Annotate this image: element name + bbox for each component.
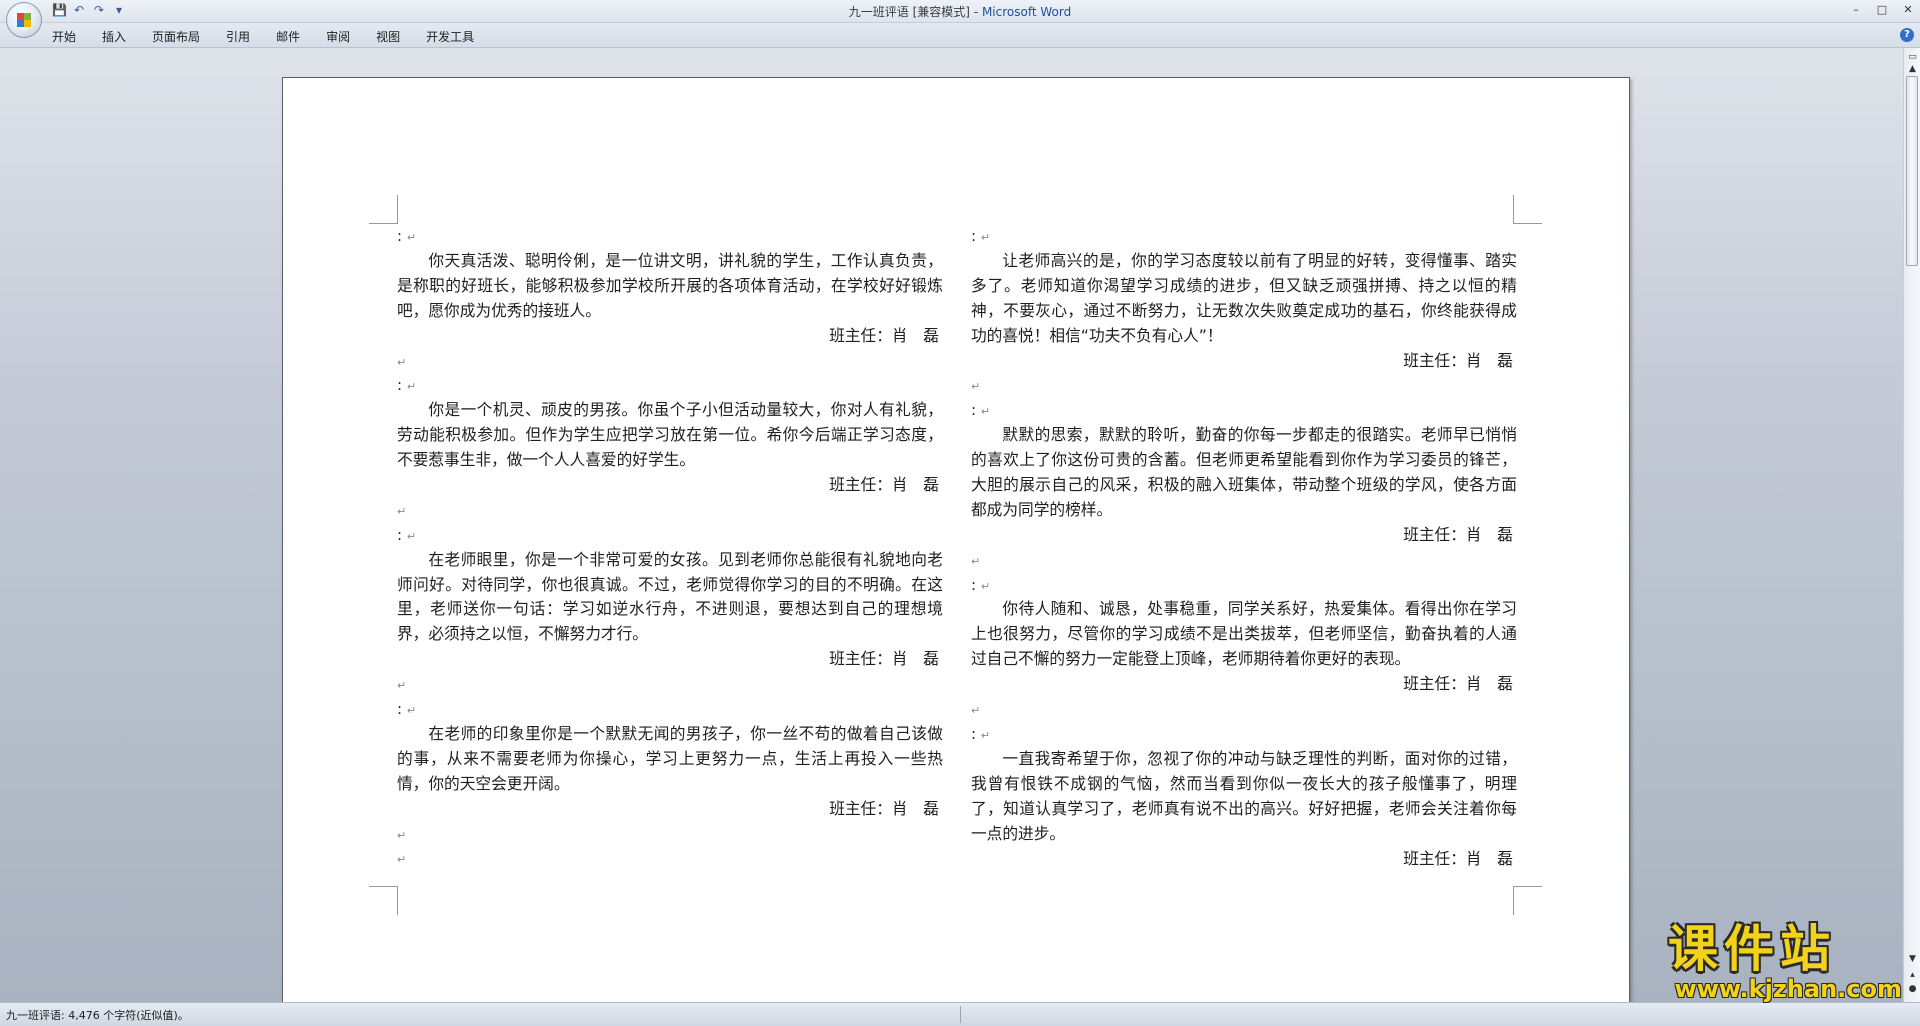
comment-block: : ↵ 默默的思索，默默的聆听，勤奋的你每一步都走的很踏实。老师早已悄悄的喜欢上…	[971, 401, 1517, 568]
office-button[interactable]	[6, 2, 42, 38]
paragraph-mark: ↵	[971, 380, 981, 394]
comment-text[interactable]: 一直我寄希望于你，忽视了你的冲动与缺乏理性的判断，面对你的过错，我曾有恨铁不成钢…	[971, 747, 1517, 847]
paragraph-mark: ↵	[397, 355, 407, 369]
paragraph-mark: ↵	[980, 405, 991, 419]
tab-insert[interactable]: 插入	[102, 28, 126, 45]
title-bar: 💾 ↶ ↷ ▾ 九一班评语 [兼容模式] - Microsoft Word – …	[0, 0, 1920, 38]
paragraph-mark: ↵	[397, 828, 407, 842]
document-workspace: : ↵ 你天真活泼、聪明伶俐，是一位讲文明，讲礼貌的学生，工作认真负责，是称职的…	[0, 48, 1903, 1002]
comment-text[interactable]: 默默的思索，默默的聆听，勤奋的你每一步都走的很踏实。老师早已悄悄的喜欢上了你这份…	[971, 423, 1517, 523]
comment-text[interactable]: 在老师眼里，你是一个非常可爱的女孩。见到老师你总能很有礼貌地向老师问好。对待同学…	[397, 548, 943, 648]
paragraph-mark: ↵	[406, 704, 417, 718]
paragraph-mark: ↵	[971, 554, 981, 568]
signature: 班主任：肖 磊	[829, 325, 939, 345]
close-button[interactable]: ✕	[1900, 2, 1916, 18]
comment-text[interactable]: 让老师高兴的是，你的学习态度较以前有了明显的好转，变得懂事、踏实多了。老师知道你…	[971, 249, 1517, 349]
comment-block: : ↵ 让老师高兴的是，你的学习态度较以前有了明显的好转，变得懂事、踏实多了。老…	[971, 227, 1517, 394]
comment-text[interactable]: 在老师的印象里你是一个默默无闻的男孩子，你一丝不苟的做着自己该做的事，从来不需要…	[397, 722, 943, 797]
title-separator: -	[969, 5, 982, 19]
browse-object-icon[interactable]: ●	[1906, 982, 1919, 996]
paragraph-mark: ↵	[971, 704, 981, 718]
vertical-scrollbar[interactable]: ▭ ▲ ▼ ▴ ●	[1903, 48, 1920, 1002]
tab-view[interactable]: 视图	[376, 28, 400, 45]
comment-block: : ↵ 你是一个机灵、顽皮的男孩。你虽个子小但活动量较大，你对人有礼貌，劳动能积…	[397, 376, 943, 518]
paragraph-mark: ↵	[406, 231, 417, 244]
comment-block: : ↵ 一直我寄希望于你，忽视了你的冲动与缺乏理性的判断，面对你的过错，我曾有恨…	[971, 722, 1517, 871]
comment-block: : ↵ 你待人随和、诚恳，处事稳重，同学关系好，热爱集体。看得出你在学习上也很努…	[971, 575, 1517, 718]
paragraph-mark: ↵	[980, 728, 991, 742]
status-bar: 九一班评语: 4,476 个字符(近似值)。	[0, 1002, 1920, 1026]
left-column: : ↵ 你天真活泼、聪明伶俐，是一位讲文明，讲礼貌的学生，工作认真负责，是称职的…	[397, 224, 943, 871]
signature: 班主任：肖 磊	[1403, 848, 1513, 868]
signature: 班主任：肖 磊	[1403, 524, 1513, 544]
crop-mark-bottom-left	[369, 886, 398, 915]
comment-text[interactable]: 你天真活泼、聪明伶俐，是一位讲文明，讲礼貌的学生，工作认真负责，是称职的好班长，…	[397, 249, 943, 324]
office-logo-icon	[17, 13, 31, 27]
minimize-button[interactable]: –	[1848, 2, 1864, 18]
tab-home[interactable]: 开始	[52, 28, 76, 45]
paragraph-mark: ↵	[406, 529, 417, 543]
comment-block: : ↵ 你天真活泼、聪明伶俐，是一位讲文明，讲礼貌的学生，工作认真负责，是称职的…	[397, 227, 943, 369]
crop-mark-bottom-right	[1513, 886, 1542, 915]
scroll-up-icon[interactable]: ▲	[1906, 62, 1919, 76]
tab-mailings[interactable]: 邮件	[276, 28, 300, 45]
watermark-cn-text: 课件站	[1668, 920, 1836, 978]
status-divider	[960, 1006, 961, 1023]
comment-text[interactable]: 你是一个机灵、顽皮的男孩。你虽个子小但活动量较大，你对人有礼貌，劳动能积极参加。…	[397, 398, 943, 473]
window-title: 九一班评语 [兼容模式] - Microsoft Word	[0, 3, 1920, 20]
signature: 班主任：肖 磊	[1403, 674, 1513, 694]
tab-page-layout[interactable]: 页面布局	[152, 28, 200, 45]
previous-page-icon[interactable]: ▴	[1906, 968, 1919, 982]
window-controls: – □ ✕	[1848, 2, 1916, 18]
document-title: 九一班评语 [兼容模式]	[848, 5, 970, 19]
crop-mark-top-left	[369, 195, 398, 224]
watermark-url-text: www.kjzhan.com	[1674, 975, 1902, 1003]
paragraph-mark: ↵	[397, 679, 407, 693]
comment-text[interactable]: 你待人随和、诚恳，处事稳重，同学关系好，热爱集体。看得出你在学习上也很努力，尽管…	[971, 597, 1517, 672]
scroll-thumb[interactable]	[1906, 76, 1918, 266]
watermark-logo: 课件站 www.kjzhan.com	[1668, 922, 1902, 1002]
tab-references[interactable]: 引用	[226, 28, 250, 45]
paragraph-mark: ↵	[397, 504, 407, 518]
tab-developer[interactable]: 开发工具	[426, 28, 474, 45]
ribbon-tab-bar: 开始 插入 页面布局 引用 邮件 审阅 视图 开发工具 ?	[0, 23, 1920, 48]
paragraph-mark: ↵	[397, 853, 407, 867]
document-page[interactable]: : ↵ 你天真活泼、聪明伶俐，是一位讲文明，讲礼貌的学生，工作认真负责，是称职的…	[282, 77, 1630, 1002]
right-column: : ↵ 让老师高兴的是，你的学习态度较以前有了明显的好转，变得懂事、踏实多了。老…	[971, 224, 1517, 871]
maximize-button[interactable]: □	[1874, 2, 1890, 18]
help-icon[interactable]: ?	[1900, 28, 1914, 42]
tab-review[interactable]: 审阅	[326, 28, 350, 45]
paragraph-mark: ↵	[980, 579, 991, 593]
paragraph-mark: ↵	[980, 231, 991, 244]
signature: 班主任：肖 磊	[829, 475, 939, 494]
word-count-status[interactable]: 九一班评语: 4,476 个字符(近似值)。	[6, 1007, 189, 1023]
crop-mark-top-right	[1513, 195, 1542, 224]
signature: 班主任：肖 磊	[1403, 350, 1513, 370]
comment-block: : ↵ 在老师的印象里你是一个默默无闻的男孩子，你一丝不苟的做着自己该做的事，从…	[397, 700, 943, 867]
comment-block: : ↵ 在老师眼里，你是一个非常可爱的女孩。见到老师你总能很有礼貌地向老师问好。…	[397, 525, 943, 693]
paragraph-mark: ↵	[406, 380, 417, 394]
signature: 班主任：肖 磊	[829, 649, 939, 669]
signature: 班主任：肖 磊	[829, 798, 939, 818]
scroll-down-icon[interactable]: ▼	[1906, 952, 1919, 966]
app-name: Microsoft Word	[981, 5, 1072, 19]
